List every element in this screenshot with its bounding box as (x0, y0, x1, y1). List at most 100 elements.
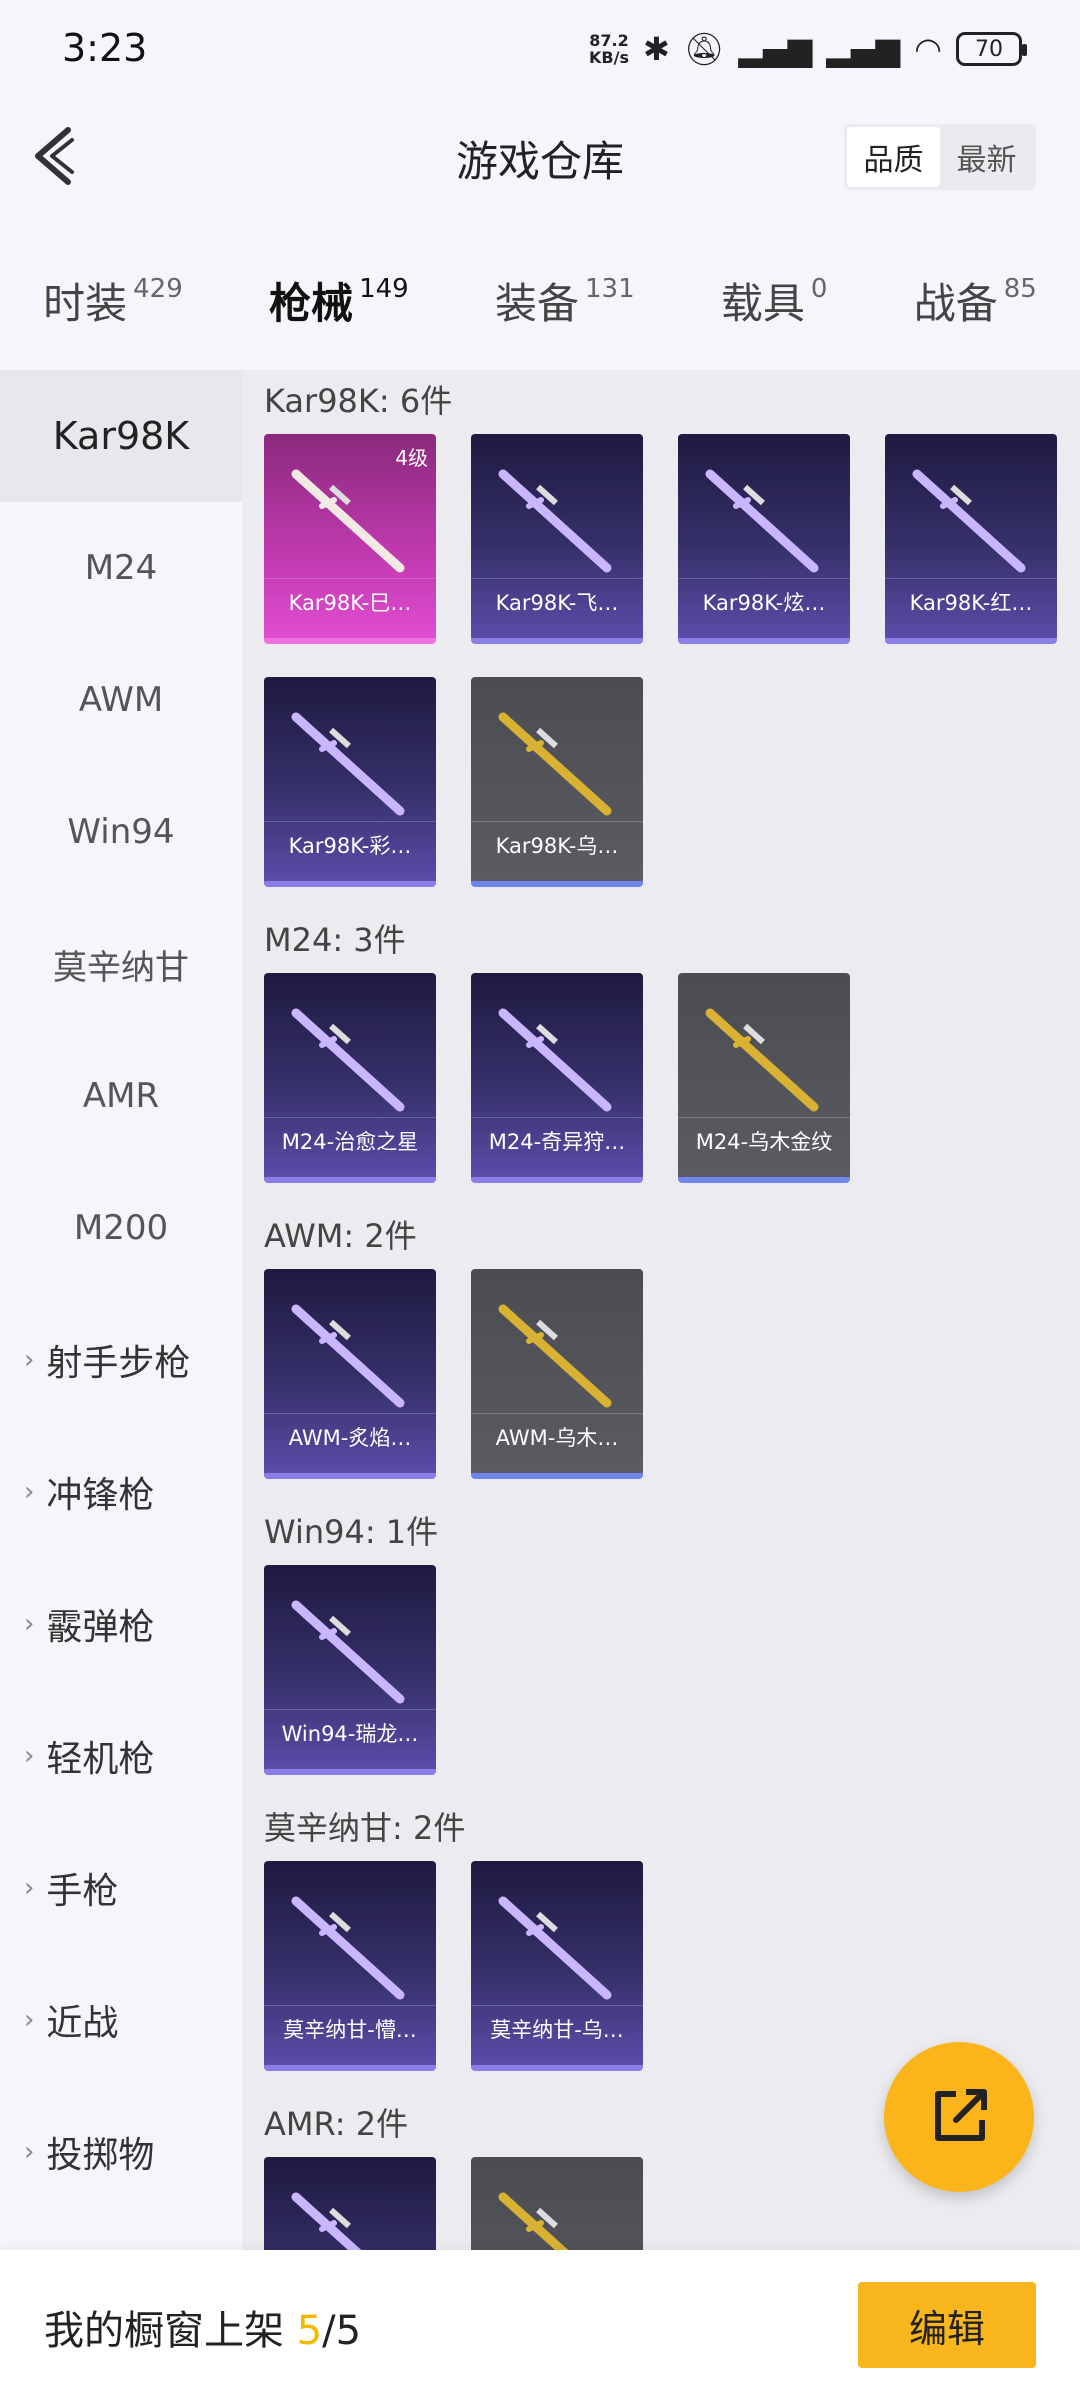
sidebar-item-m200[interactable]: M200 (0, 1162, 242, 1294)
status-icons: 87.2 KB/s ✱ 🔕︎ ▂▄▆ ▂▄▆ ◠ 70 (589, 30, 1027, 68)
skin-card[interactable]: Kar98K-乌… (471, 677, 643, 887)
tab-guns[interactable]: 枪械 149 (269, 270, 409, 379)
sidebar-item-win94[interactable]: Win94 (0, 766, 242, 898)
sidebar-group-shotgun[interactable]: › 霰弹枪 (0, 1558, 242, 1690)
rifle-image (291, 1896, 405, 2000)
skin-card[interactable]: 4级 Kar98K-巳… (264, 434, 436, 644)
showcase-footer: 我的橱窗上架 5/5 编辑 (0, 2250, 1080, 2400)
skin-card[interactable]: Kar98K-飞… (471, 434, 643, 644)
tab-vehicles[interactable]: 载具 0 (721, 270, 828, 331)
showcase-current-count: 5 (296, 2308, 323, 2354)
skin-name: Kar98K-彩… (264, 821, 436, 869)
skin-name: AWM-乌木… (471, 1413, 643, 1461)
skin-card[interactable]: AWM-炙焰… (264, 1269, 436, 1479)
battery-level: 70 (975, 36, 1003, 62)
sidebar-group-melee[interactable]: › 近战 (0, 1954, 242, 2086)
skin-card[interactable]: Win94-瑞龙… (264, 1565, 436, 1775)
rifle-image (291, 469, 405, 573)
section-title: M24: 3件 (264, 921, 406, 959)
showcase-status: 我的橱窗上架 5/5 (44, 2298, 361, 2356)
rifle-image (498, 1896, 612, 2000)
sidebar-group-smg[interactable]: › 冲锋枪 (0, 1426, 242, 1558)
sidebar-group-label: 近战 (46, 2003, 119, 2044)
share-button[interactable] (884, 2042, 1034, 2192)
tab-fashion[interactable]: 时装 429 (43, 270, 183, 331)
level-badge: 4级 (395, 446, 428, 470)
section-title: AWM: 2件 (264, 1217, 417, 1255)
skin-name: Kar98K-乌… (471, 821, 643, 869)
rifle-image (498, 1008, 612, 1112)
tab-equipment[interactable]: 装备 131 (495, 270, 635, 331)
rifle-image (498, 469, 612, 573)
sidebar-item-kar98k[interactable]: Kar98K (0, 370, 242, 502)
chevron-right-icon: › (24, 1609, 35, 1639)
sidebar-group-throwable[interactable]: › 投掷物 (0, 2086, 242, 2218)
rifle-image (291, 1600, 405, 1704)
skin-card[interactable] (264, 2157, 436, 2250)
skin-card[interactable]: M24-治愈之星 (264, 973, 436, 1183)
sidebar-group-label: 射手步枪 (46, 1343, 191, 1384)
skin-name: Kar98K-炫… (678, 578, 850, 626)
sidebar-item-amr[interactable]: AMR (0, 1030, 242, 1162)
chevron-right-icon: › (24, 1477, 35, 1507)
sidebar-item-awm[interactable]: AWM (0, 634, 242, 766)
sidebar-group-pistol[interactable]: › 手枪 (0, 1822, 242, 1954)
sidebar-item-m24[interactable]: M24 (0, 502, 242, 634)
rifle-image (498, 712, 612, 816)
section-title: Kar98K: 6件 (264, 382, 453, 420)
skin-card[interactable]: 莫辛纳甘-懵… (264, 1861, 436, 2071)
skin-name: Kar98K-飞… (471, 578, 643, 626)
inventory-grid: Kar98K: 6件 4级 Kar98K-巳… Kar98K-飞… Kar98K-炫… K… (242, 370, 1080, 2250)
chevron-right-icon: › (24, 1345, 35, 1375)
tab-count: 429 (133, 274, 183, 304)
rifle-image (291, 1304, 405, 1408)
mute-bell-icon: 🔕︎ (683, 30, 725, 68)
chevron-right-icon: › (24, 2005, 35, 2035)
edit-button[interactable]: 编辑 (858, 2282, 1036, 2368)
section-title: 莫辛纳甘: 2件 (264, 1809, 466, 1847)
tab-label: 战备 (913, 279, 998, 328)
skin-card[interactable]: M24-乌木金纹 (678, 973, 850, 1183)
tab-label: 载具 (720, 279, 805, 328)
rifle-image (498, 1304, 612, 1408)
showcase-label: 我的橱窗上架 (44, 2308, 284, 2354)
chevron-right-icon: › (24, 2137, 35, 2167)
skin-card[interactable]: Kar98K-红… (885, 434, 1057, 644)
sort-quality-button[interactable]: 品质 (847, 127, 940, 187)
rifle-image (291, 712, 405, 816)
sidebar-group-label: 霰弹枪 (46, 1607, 155, 1648)
status-time: 3:23 (62, 26, 148, 70)
share-external-icon (935, 2089, 987, 2141)
sidebar-item-mosin[interactable]: 莫辛纳甘 (0, 898, 242, 1030)
chevron-right-icon: › (24, 1741, 35, 1771)
network-speed-unit: KB/s (589, 48, 629, 67)
skin-card[interactable] (471, 2157, 643, 2250)
network-speed: 87.2 KB/s (589, 32, 629, 66)
skin-name: M24-乌木金纹 (678, 1117, 850, 1165)
sidebar-group-label: 轻机枪 (46, 1739, 155, 1780)
skin-card[interactable]: 莫辛纳甘-乌… (471, 1861, 643, 2071)
category-tabs: 时装 429 枪械 149 装备 131 载具 0 战备 85 (0, 230, 1080, 379)
sort-latest-button[interactable]: 最新 (940, 127, 1033, 187)
sidebar-group-marksman[interactable]: › 射手步枪 (0, 1294, 242, 1426)
signal-icon: ▂▄▆ (738, 30, 813, 68)
rifle-image (498, 2192, 569, 2250)
skin-card[interactable]: M24-奇异狩… (471, 973, 643, 1183)
sidebar-group-label: 手枪 (46, 1871, 119, 1912)
skin-card[interactable]: AWM-乌木… (471, 1269, 643, 1479)
bluetooth-icon: ✱ (642, 30, 670, 68)
tab-count: 85 (1003, 274, 1037, 304)
skin-name: 莫辛纳甘-懵… (264, 2005, 436, 2053)
sidebar-group-lmg[interactable]: › 轻机枪 (0, 1690, 242, 1822)
skin-card[interactable]: Kar98K-炫… (678, 434, 850, 644)
section-title: AMR: 2件 (264, 2105, 409, 2143)
rifle-image (291, 1008, 405, 1112)
skin-card[interactable]: Kar98K-彩… (264, 677, 436, 887)
tab-label: 时装 (43, 279, 128, 328)
tab-battle-gear[interactable]: 战备 85 (914, 270, 1037, 331)
chevron-right-icon: › (24, 1873, 35, 1903)
status-bar: 3:23 87.2 KB/s ✱ 🔕︎ ▂▄▆ ▂▄▆ ◠ 70 (0, 0, 1080, 100)
skin-name: Kar98K-红… (885, 578, 1057, 626)
rifle-image (912, 469, 1026, 573)
skin-name: Kar98K-巳… (264, 578, 436, 626)
